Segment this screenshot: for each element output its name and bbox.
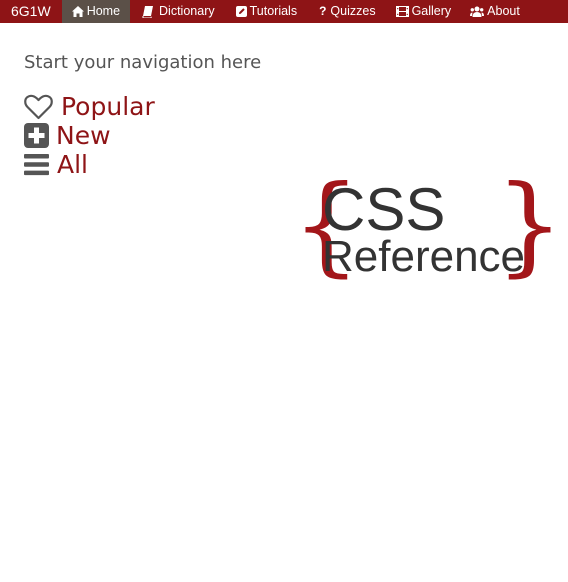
nav-about[interactable]: About	[461, 0, 530, 23]
link-new[interactable]: New	[24, 121, 155, 150]
nav-tutorials[interactable]: Tutorials	[225, 0, 307, 23]
nav-dictionary-label: Dictionary	[159, 4, 215, 18]
css-reference-logo: { CSS Reference }	[292, 172, 564, 288]
nav-quizzes-label: Quizzes	[330, 4, 376, 18]
edit-icon	[235, 6, 247, 17]
brand-logo-link[interactable]: 6G1W	[0, 0, 62, 23]
film-icon	[395, 6, 409, 17]
link-popular-label: Popular	[61, 92, 155, 121]
question-icon: ?	[319, 4, 327, 18]
top-navigation-bar: 6G1W Home Dictionary Tutorials ? Quizzes…	[0, 0, 568, 23]
home-icon	[71, 6, 84, 17]
nav-home[interactable]: Home	[61, 0, 131, 23]
page-heading: Start your navigation here	[24, 52, 262, 73]
nav-about-label: About	[487, 4, 520, 18]
quick-links-list: Popular New All	[24, 92, 155, 179]
users-icon	[470, 6, 485, 17]
link-all[interactable]: All	[24, 150, 155, 179]
nav-gallery-label: Gallery	[411, 4, 452, 18]
book-icon	[142, 5, 154, 18]
nav-quizzes[interactable]: ? Quizzes	[307, 0, 386, 23]
link-popular[interactable]: Popular	[24, 92, 155, 121]
logo-close-brace: }	[495, 163, 564, 288]
plus-square-icon	[24, 123, 49, 148]
link-all-label: All	[57, 150, 88, 179]
logo-title-css: CSS	[322, 176, 446, 243]
list-icon	[24, 153, 49, 176]
nav-gallery[interactable]: Gallery	[386, 0, 462, 23]
link-new-label: New	[56, 121, 111, 150]
nav-dictionary[interactable]: Dictionary	[130, 0, 225, 23]
nav-home-label: Home	[86, 4, 121, 18]
nav-tutorials-label: Tutorials	[249, 4, 298, 18]
heart-icon	[24, 94, 53, 120]
